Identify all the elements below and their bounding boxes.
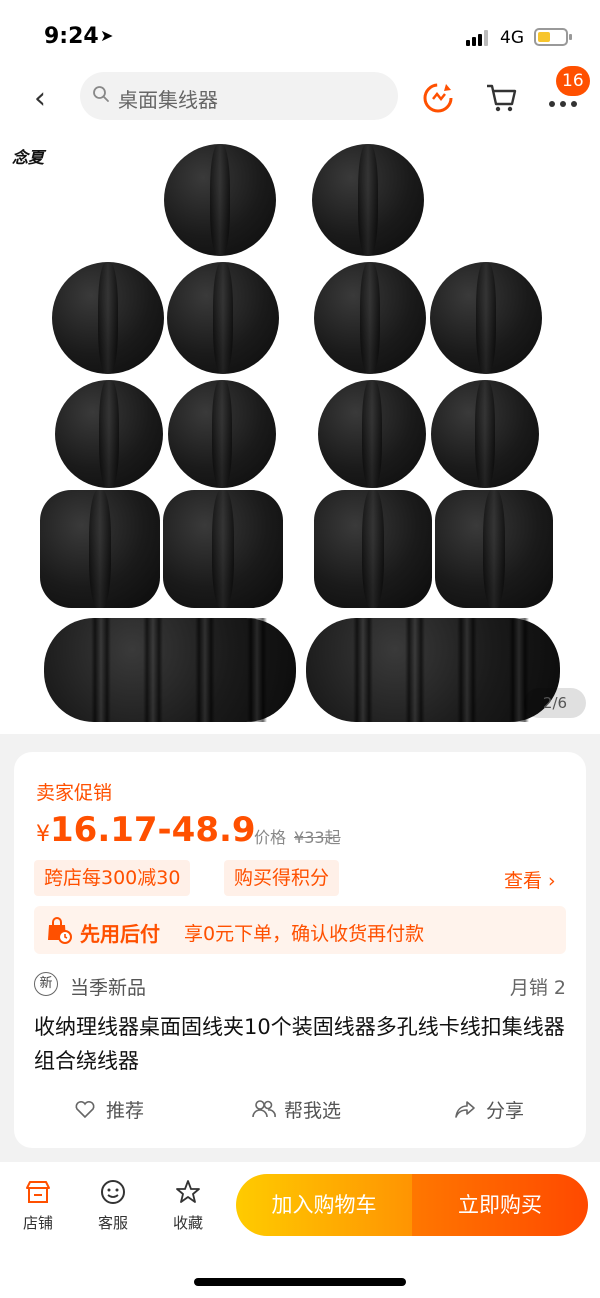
customer-service-icon — [101, 1180, 125, 1204]
search-placeholder: 桌面集线器 — [118, 88, 218, 112]
cable-clip — [318, 380, 426, 488]
share-label: 分享 — [486, 1100, 525, 1122]
service-tab[interactable]: 客服 — [83, 1178, 143, 1238]
action-row: 推荐 帮我选 分享 — [14, 1096, 586, 1128]
cable-clip — [431, 380, 539, 488]
pay-later-banner[interactable]: 先用后付 享0元下单，确认收货再付款 — [34, 906, 566, 954]
search-icon — [93, 86, 109, 102]
store-label: 店铺 — [22, 1214, 53, 1232]
original-price: 价格 ¥33起 — [254, 824, 341, 848]
cable-clip-long — [44, 618, 296, 722]
pay-later-title: 先用后付 — [80, 922, 160, 946]
star-icon — [176, 1180, 200, 1203]
signal-icon — [466, 30, 492, 46]
store-tab[interactable]: 店铺 — [8, 1178, 68, 1238]
cable-clip — [168, 380, 276, 488]
monthly-sales: 月销 2 — [509, 977, 566, 999]
service-label: 客服 — [97, 1214, 128, 1232]
cable-clip — [312, 144, 424, 256]
battery-icon — [534, 28, 568, 46]
promo-tag[interactable]: 购买得积分 — [224, 860, 340, 896]
add-to-cart-button[interactable]: 加入购物车 — [236, 1174, 412, 1236]
original-price-label: 价格 — [254, 828, 287, 847]
new-product-icon: 新 — [34, 972, 58, 996]
recommend-label: 推荐 — [106, 1100, 145, 1122]
price: ¥16.17-48.9 — [36, 810, 256, 850]
cart-badge: 16 — [556, 66, 590, 96]
cable-clip — [55, 380, 163, 488]
heart-bubble-icon — [75, 1100, 95, 1119]
cable-clip — [52, 262, 164, 374]
cable-clip — [430, 262, 542, 374]
cable-clip — [163, 490, 283, 608]
favorite-tab[interactable]: 收藏 — [158, 1178, 218, 1238]
cable-clip — [314, 262, 426, 374]
promo-tag[interactable]: 跨店每300减30 — [34, 860, 191, 896]
currency-symbol: ¥ — [36, 822, 50, 847]
original-price-value: ¥33起 — [294, 828, 341, 847]
product-image[interactable]: 念夏 2/6 — [0, 132, 600, 734]
home-indicator — [194, 1278, 406, 1286]
cable-clip — [167, 262, 279, 374]
people-icon — [252, 1100, 276, 1118]
back-icon[interactable]: ‹ — [26, 84, 54, 114]
battery-tip — [569, 34, 572, 40]
cable-clip-long — [306, 618, 560, 722]
product-title: 收纳理线器桌面固线夹10个装固线器多孔线卡线扣集线器组合绕线器 — [34, 1015, 565, 1073]
location-arrow-icon: ➤ — [100, 26, 114, 45]
search-input[interactable]: 桌面集线器 — [80, 72, 398, 120]
store-icon — [26, 1181, 50, 1203]
share-icon — [455, 1101, 475, 1118]
product-info-card: 卖家促销 ¥16.17-48.9 价格 ¥33起 跨店每300减30 购买得积分 … — [14, 752, 586, 1148]
view-promos-link[interactable]: 查看 › — [504, 866, 556, 893]
image-pager: 2/6 — [524, 688, 586, 718]
promo-title: 卖家促销 — [36, 782, 113, 804]
top-nav: ‹ 桌面集线器 16 — [0, 66, 600, 132]
cart-icon[interactable] — [484, 80, 518, 114]
help-choose-label: 帮我选 — [284, 1100, 342, 1122]
status-time: 9:24 — [44, 24, 99, 49]
price-value: 16.17-48.9 — [50, 810, 256, 850]
buy-now-button[interactable]: 立即购买 — [412, 1174, 588, 1236]
cable-clip — [164, 144, 276, 256]
shopping-bag-icon — [48, 917, 72, 944]
cable-clip — [40, 490, 160, 608]
ar-refresh-icon[interactable] — [420, 80, 456, 116]
cable-clip — [314, 490, 432, 608]
season-label: 当季新品 — [70, 977, 147, 999]
status-bar: 9:24 ➤ 4G — [0, 0, 600, 72]
favorite-label: 收藏 — [172, 1214, 203, 1232]
network-label: 4G — [500, 28, 524, 48]
bottom-bar: 店铺 客服 收藏 加入购物车 立即购买 — [0, 1162, 600, 1298]
cable-clip — [435, 490, 553, 608]
pay-later-desc: 享0元下单，确认收货再付款 — [184, 923, 425, 945]
brand-watermark: 念夏 — [12, 148, 45, 167]
